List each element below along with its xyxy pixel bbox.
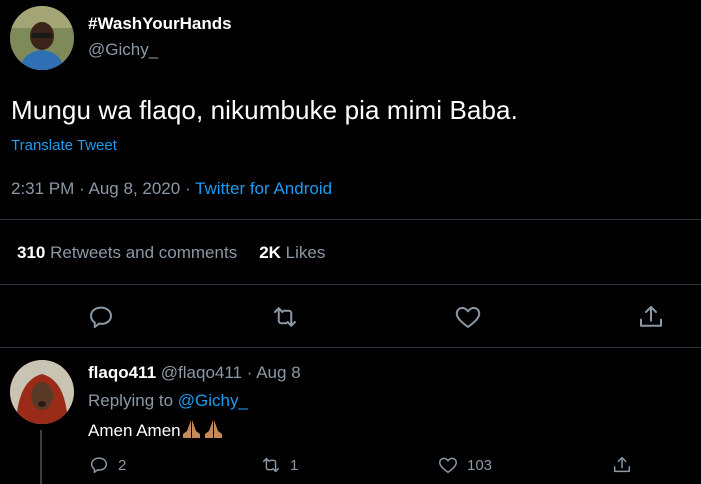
tweet-source-link[interactable]: Twitter for Android bbox=[195, 179, 332, 198]
retweets-count: 310 bbox=[17, 243, 46, 262]
reply-text: Amen Amen bbox=[88, 421, 181, 440]
share-icon[interactable] bbox=[636, 302, 666, 332]
folded-hands-emoji bbox=[181, 419, 225, 444]
reply-display-name[interactable]: flaqo411 bbox=[88, 363, 156, 382]
tweet-stats: 310 Retweets and comments 2K Likes bbox=[17, 243, 325, 263]
reply-handle[interactable]: @flaqo411 bbox=[161, 363, 242, 382]
tweet-meta: 2:31 PM · Aug 8, 2020 · Twitter for Andr… bbox=[11, 179, 332, 199]
heart-icon[interactable] bbox=[453, 302, 483, 332]
divider bbox=[0, 347, 701, 348]
reply-like-button[interactable]: 103 bbox=[437, 452, 492, 478]
meta-separator: · bbox=[184, 179, 191, 198]
translate-tweet-link[interactable]: Translate Tweet bbox=[11, 137, 117, 154]
divider bbox=[0, 284, 701, 285]
author-avatar[interactable] bbox=[10, 6, 74, 70]
thread-line bbox=[40, 430, 42, 484]
reply-date[interactable]: Aug 8 bbox=[256, 363, 300, 382]
replying-to-label: Replying to bbox=[88, 391, 174, 410]
reply-icon bbox=[90, 457, 108, 474]
retweet-icon bbox=[262, 457, 280, 473]
tweet-date[interactable]: Aug 8, 2020 bbox=[89, 179, 181, 198]
likes-count: 2K bbox=[259, 243, 281, 262]
share-icon bbox=[613, 456, 631, 473]
reply-reply-button[interactable]: 2 bbox=[88, 452, 126, 478]
reply-like-count: 103 bbox=[467, 456, 493, 474]
author-display-name[interactable]: #WashYourHands bbox=[88, 14, 232, 34]
reply-reply-count: 2 bbox=[118, 456, 127, 474]
reply-retweet-button[interactable]: 1 bbox=[260, 452, 298, 478]
author-handle[interactable]: @Gichy_ bbox=[88, 40, 158, 60]
likes-label: Likes bbox=[285, 243, 326, 262]
reply-icon[interactable] bbox=[86, 302, 116, 332]
meta-separator: · bbox=[246, 363, 253, 382]
heart-icon bbox=[439, 457, 457, 474]
retweets-stat[interactable]: 310 Retweets and comments bbox=[17, 243, 237, 262]
reply-text-line: Amen Amen bbox=[88, 419, 225, 444]
retweets-label: Retweets and comments bbox=[50, 243, 238, 262]
reply-header: flaqo411 @flaqo411 · Aug 8 bbox=[88, 363, 301, 383]
meta-separator: · bbox=[79, 179, 85, 198]
retweet-icon[interactable] bbox=[270, 302, 300, 332]
divider bbox=[0, 219, 701, 220]
replying-to: Replying to @Gichy_ bbox=[88, 391, 248, 411]
replying-to-mention[interactable]: @Gichy_ bbox=[178, 391, 248, 410]
reply-share-button[interactable] bbox=[611, 452, 633, 478]
likes-stat[interactable]: 2K Likes bbox=[259, 243, 325, 262]
tweet-text: Mungu wa flaqo, nikumbuke pia mimi Baba. bbox=[11, 95, 518, 125]
reply-author-avatar[interactable] bbox=[10, 360, 74, 424]
tweet-time[interactable]: 2:31 PM bbox=[11, 179, 74, 198]
reply-retweet-count: 1 bbox=[290, 456, 299, 474]
